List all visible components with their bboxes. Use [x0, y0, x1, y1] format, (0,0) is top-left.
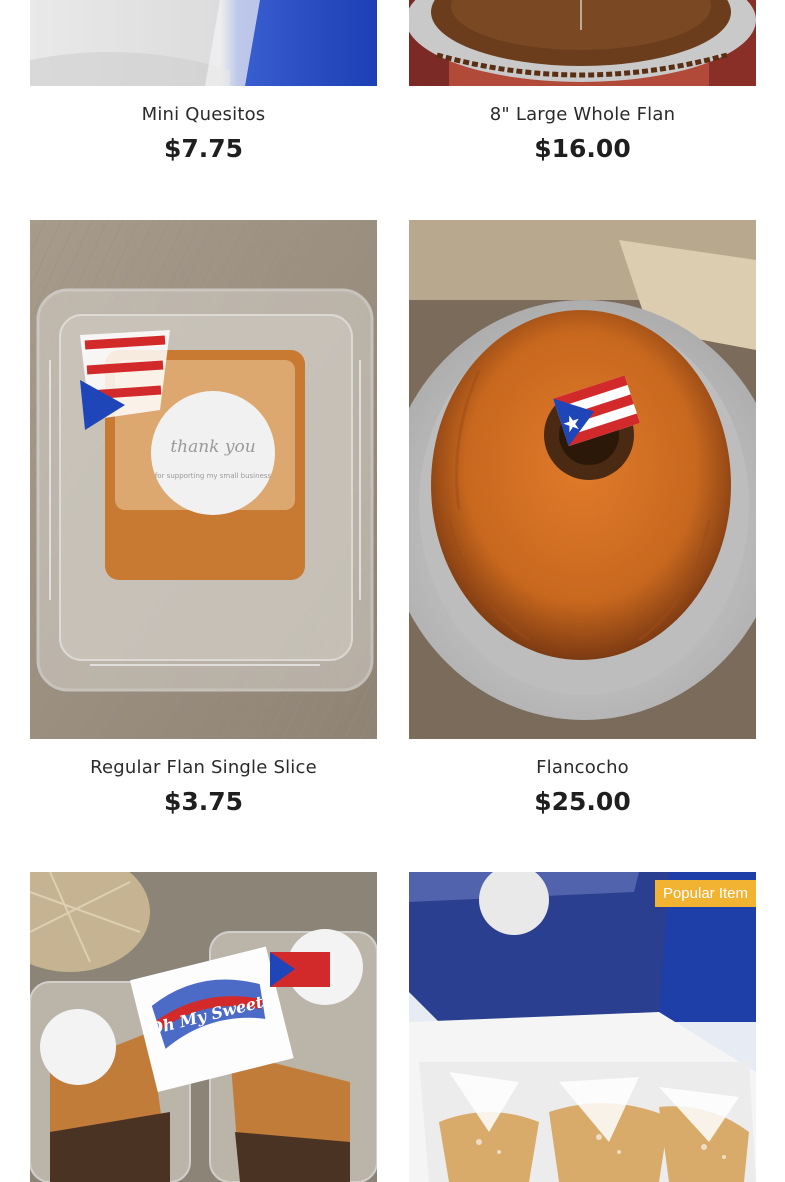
product-image-mini-quesitos[interactable]	[30, 0, 377, 86]
popular-item-badge: Popular Item	[654, 880, 756, 907]
product-image-regular-flan-slice[interactable]: thank you for supporting my small busine…	[30, 220, 377, 739]
product-card-flan-slices[interactable]: Oh My Sweets	[30, 872, 377, 1182]
product-card-large-whole-flan[interactable]: 8" Large Whole Flan $16.00	[409, 0, 756, 163]
product-image-large-whole-flan[interactable]	[409, 0, 756, 86]
product-price: $7.75	[163, 134, 244, 163]
product-card-mini-quesitos[interactable]: Mini Quesitos $7.75	[30, 0, 377, 163]
product-name[interactable]: 8" Large Whole Flan	[409, 104, 756, 125]
product-image-flan-slices[interactable]: Oh My Sweets	[30, 872, 377, 1182]
product-price: $16.00	[534, 134, 631, 163]
product-name[interactable]: Flancocho	[409, 757, 756, 778]
product-card-regular-flan-slice[interactable]: thank you for supporting my small busine…	[30, 220, 377, 816]
product-name[interactable]: Mini Quesitos	[30, 104, 377, 125]
sticker-thank-you-text: thank you	[170, 437, 255, 457]
product-image-flancocho[interactable]	[409, 220, 756, 739]
product-price: $3.75	[163, 787, 244, 816]
product-image-boxed-pastries[interactable]: Popular Item	[409, 872, 756, 1182]
product-name[interactable]: Regular Flan Single Slice	[30, 757, 377, 778]
product-card-flancocho[interactable]: Flancocho $25.00	[409, 220, 756, 816]
product-price: $25.00	[534, 787, 631, 816]
product-card-boxed-pastries[interactable]: Popular Item	[409, 872, 756, 1182]
sticker-supporting-text: for supporting my small business	[155, 472, 272, 480]
